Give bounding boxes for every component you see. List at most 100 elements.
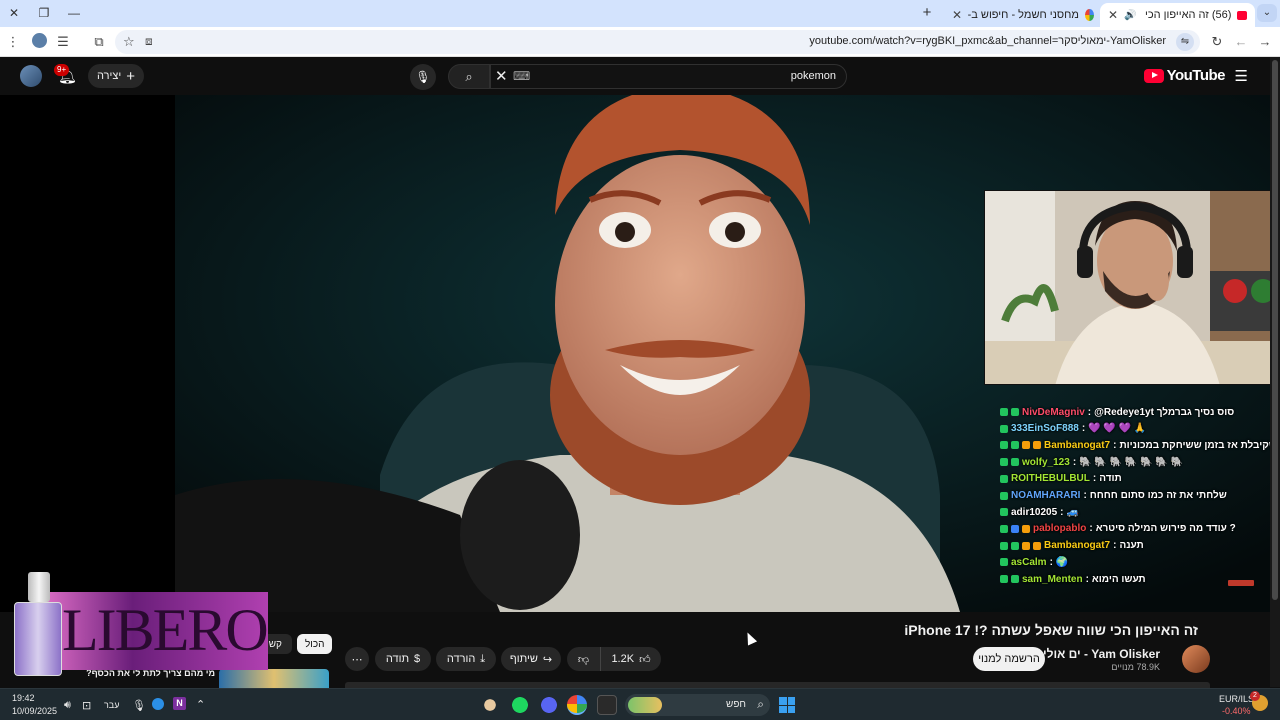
language-indicator[interactable]: עבר	[104, 700, 119, 710]
search-query-text: pokemon	[790, 70, 836, 82]
chat-message-text: תעשו הימוא	[1091, 573, 1146, 585]
windows-start-icon[interactable]	[779, 697, 795, 713]
taskbar-search-icon: ⌕	[757, 697, 764, 711]
sponsor-ad-overlay: LIBERO	[12, 572, 269, 678]
chat-message: NivDeMagniv: @Redeye1yt סוס נסיך גברמלך	[1000, 404, 1234, 420]
onenote-icon[interactable]: N	[173, 697, 186, 710]
chat-badge-icon	[1000, 474, 1008, 483]
clock-date[interactable]: 10/09/2025	[12, 706, 57, 716]
browser-tab-google[interactable]: מחסני חשמל - חיפוש ב-Google ✕	[944, 3, 1102, 27]
volume-icon[interactable]: 🔊︎	[64, 699, 71, 712]
window-minimize-icon[interactable]: —	[64, 4, 84, 22]
install-app-icon[interactable]: ⧈	[145, 34, 153, 49]
tray-overflow-chevron-up-icon[interactable]: ⌃	[196, 698, 205, 711]
discord-icon[interactable]	[539, 695, 559, 715]
chat-badge-icon	[1000, 558, 1008, 567]
youtube-logo[interactable]: YouTube	[1143, 67, 1226, 84]
chat-username[interactable]: 333EinSoF888	[1011, 423, 1079, 434]
chat-separator: :	[1085, 573, 1089, 585]
chat-username[interactable]: Bambanogat7	[1044, 540, 1110, 551]
keyboard-icon[interactable]: ⌨	[513, 69, 530, 83]
chat-separator: :	[1083, 490, 1087, 501]
search-input[interactable]: ✕ ⌨ pokemon	[490, 64, 847, 89]
forward-arrow-icon[interactable]: ←	[1232, 33, 1250, 51]
account-avatar[interactable]	[20, 65, 42, 87]
chip-all[interactable]: הכול	[297, 634, 333, 654]
chat-username[interactable]: ROITHEBULBUL	[1011, 473, 1090, 484]
tab-search-chevron-down-icon[interactable]: ⌄	[1257, 4, 1277, 22]
tab-close-icon[interactable]: ✕	[952, 8, 962, 22]
back-arrow-icon[interactable]: →	[1256, 33, 1274, 51]
chat-message-text: @Redeye1yt סוס נסיך גברמלך	[1094, 406, 1235, 418]
chat-badge-icon	[1000, 458, 1008, 467]
tab-close-icon[interactable]: ✕	[1108, 8, 1118, 22]
browser-tab-strip: ✕ ❐ — מחסני חשמל - חיפוש ב-Google ✕ (56)…	[0, 0, 1280, 27]
microphone-tray-icon[interactable]: 🎙︎	[132, 699, 146, 712]
perfume-cap-image	[28, 572, 50, 602]
reload-icon[interactable]: ↻	[1208, 33, 1226, 51]
chat-separator: :	[1113, 439, 1117, 451]
reading-list-icon[interactable]: ☰	[54, 33, 72, 51]
spotify-icon[interactable]	[510, 695, 530, 715]
hamburger-menu-icon[interactable]: ☰	[1235, 67, 1248, 85]
subscriber-count: 78.9K מנויים	[1111, 662, 1160, 672]
share-button[interactable]: ↪ שיתוף	[501, 647, 561, 671]
network-icon[interactable]: ⊡	[82, 699, 91, 712]
chat-username[interactable]: wolfy_123	[1022, 457, 1070, 468]
search-button[interactable]: ⌕	[448, 64, 490, 89]
create-button[interactable]: + יצירה	[88, 64, 144, 88]
chrome-icon[interactable]	[567, 695, 587, 715]
more-actions-button[interactable]: ⋯	[345, 647, 369, 671]
terminal-icon[interactable]	[597, 695, 617, 715]
google-favicon-icon	[1084, 9, 1094, 21]
like-count: 1.2K	[611, 653, 635, 665]
browser-menu-icon[interactable]: ⋮	[4, 33, 22, 51]
address-bar[interactable]: ☆ ⧈ youtube.com/watch?v=rygBKI_pxmc&ab_c…	[115, 30, 1200, 54]
chat-username[interactable]: adir10205	[1011, 507, 1057, 518]
chat-separator: :	[1072, 456, 1077, 468]
browser-tab-youtube[interactable]: (56) זה האייפון הכי שווה ש 🔊 ✕	[1100, 3, 1255, 27]
extensions-icon[interactable]: ⧉	[90, 33, 108, 51]
page-scrollbar-thumb[interactable]	[1272, 60, 1278, 600]
chat-badge-icon	[1011, 441, 1019, 450]
currency-pair[interactable]: EUR/ILS	[1219, 694, 1254, 704]
chat-message-text: תודה	[1099, 473, 1122, 485]
taskbar-search-box[interactable]: חפש ⌕	[625, 694, 770, 716]
thanks-label: תודה	[385, 653, 410, 665]
chat-badge-icon	[1033, 541, 1041, 550]
chat-username[interactable]: Bambanogat7	[1044, 440, 1110, 451]
tray-app-icon[interactable]	[152, 698, 164, 710]
chat-username[interactable]: NivDeMagniv	[1022, 407, 1085, 418]
chat-message: wolfy_123: 🐘 🐘 🐘 🐘 🐘 🐘 🐘	[1000, 454, 1183, 470]
channel-avatar[interactable]	[1182, 645, 1210, 673]
voice-search-mic-icon[interactable]: 🎙︎	[410, 64, 436, 90]
like-button[interactable]: 👍︎ 1.2K	[601, 647, 661, 671]
avatar-app-icon[interactable]	[480, 695, 500, 715]
tab-audio-icon[interactable]: 🔊	[1124, 10, 1136, 21]
new-tab-button[interactable]: +	[917, 4, 937, 22]
dislike-button[interactable]: 👎︎	[567, 647, 601, 671]
chat-username[interactable]: asCalm	[1011, 557, 1047, 568]
bookmark-star-icon[interactable]: ☆	[123, 34, 135, 50]
window-close-icon[interactable]: ✕	[4, 4, 24, 22]
youtube-header: 🔔︎ 9+ + יצירה 🎙︎ ⌕ ✕ ⌨ pokemon YouTube ☰	[0, 57, 1270, 95]
clock-time[interactable]: 19:42	[12, 693, 35, 703]
thanks-button[interactable]: $ תודה	[375, 647, 431, 671]
chat-username[interactable]: pablopablo	[1033, 523, 1086, 534]
tab-title: מחסני חשמל - חיפוש ב-Google	[968, 9, 1079, 21]
subscribe-button[interactable]: הרשמה למנוי	[973, 647, 1045, 671]
clear-search-icon[interactable]: ✕	[495, 67, 508, 85]
chat-message-text: 🐘 🐘 🐘 🐘 🐘 🐘 🐘	[1079, 456, 1183, 468]
chat-username[interactable]: sam_Menten	[1022, 574, 1083, 585]
chat-username[interactable]: NOAMHARARI	[1011, 490, 1080, 501]
chat-badge-icon	[1033, 441, 1041, 450]
profile-avatar-icon[interactable]	[30, 33, 48, 51]
share-label: שיתוף	[509, 653, 538, 665]
window-restore-icon[interactable]: ❐	[34, 4, 54, 22]
chat-message: ROITHEBULBUL: תודה	[1000, 471, 1122, 487]
chat-badge-icon	[1000, 575, 1008, 583]
site-settings-icon[interactable]: ⇋	[1176, 33, 1194, 51]
download-button[interactable]: ⤓ הורדה	[436, 647, 496, 671]
plus-icon: +	[126, 67, 135, 85]
chat-separator: :	[1092, 473, 1097, 485]
